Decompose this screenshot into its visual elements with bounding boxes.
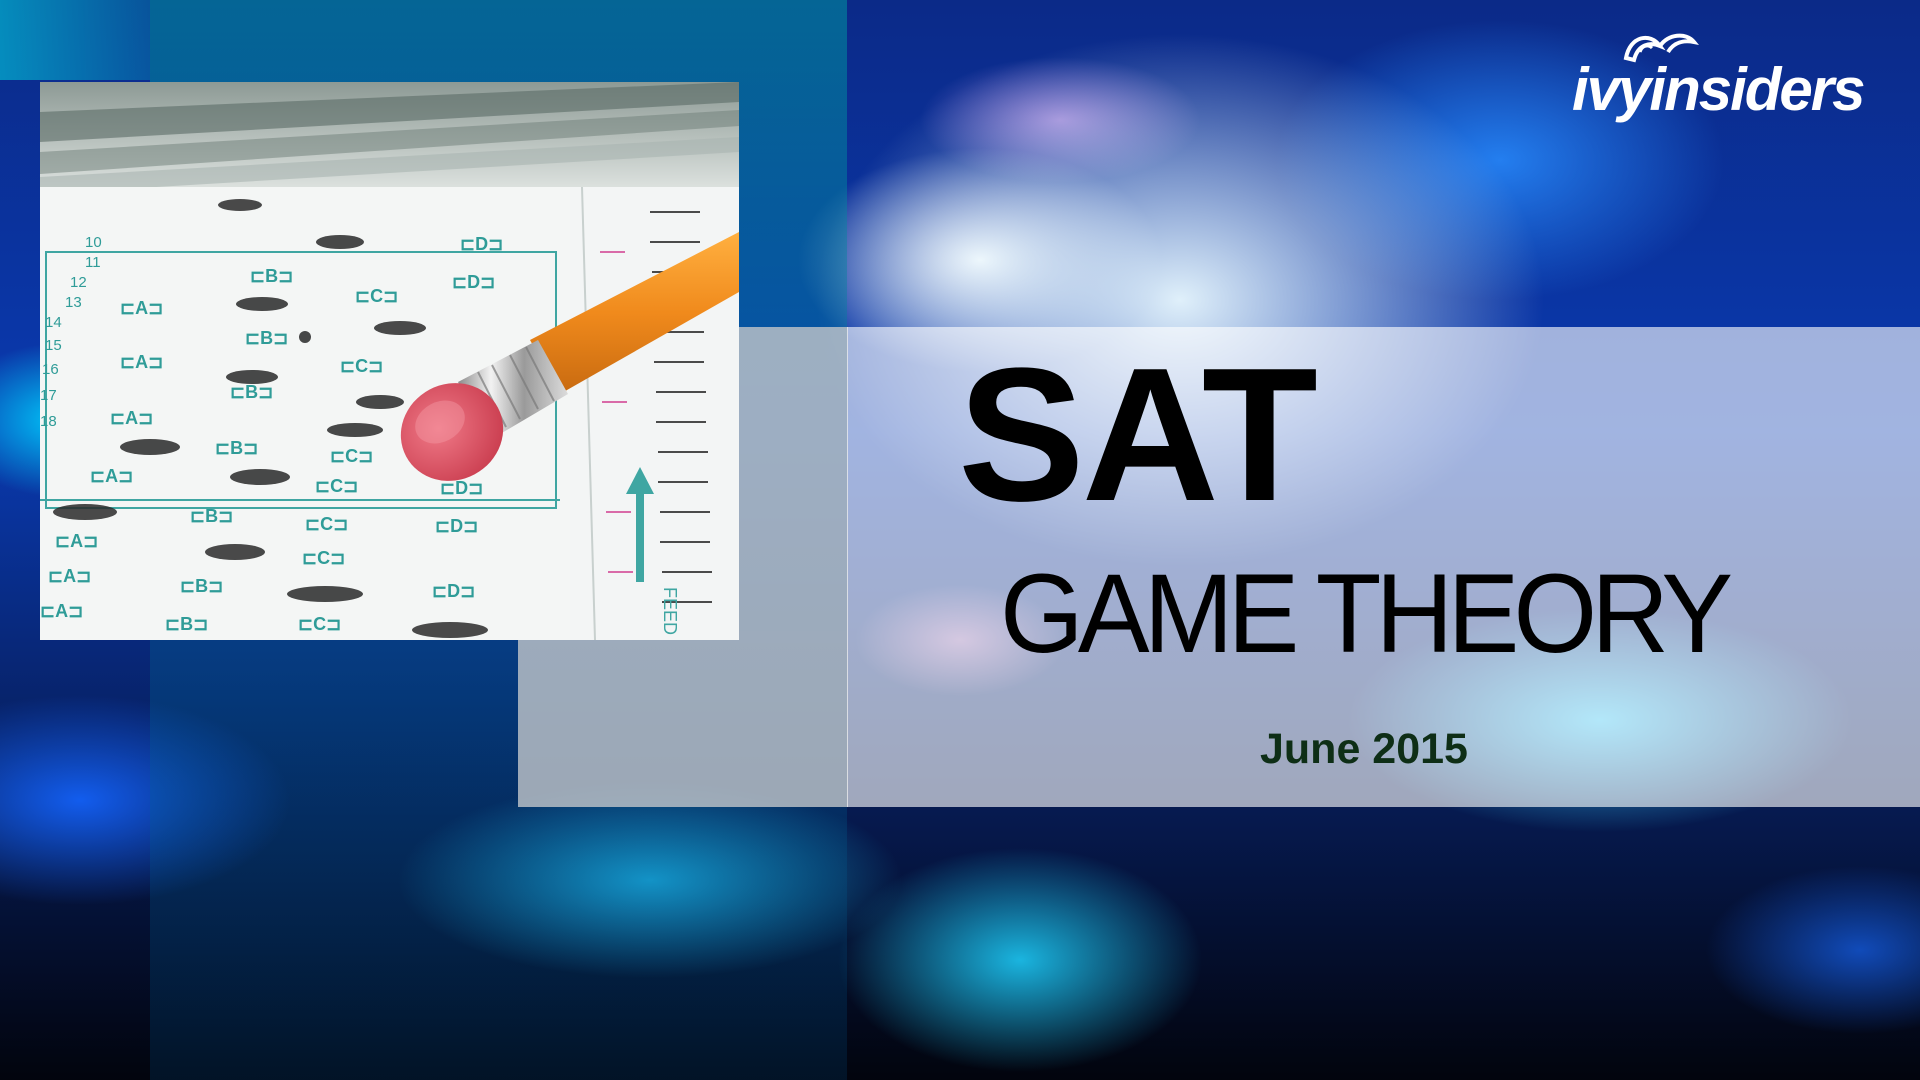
question-number: 10 — [85, 234, 102, 251]
question-number: 14 — [45, 314, 62, 331]
svg-text:⊏C⊐: ⊏C⊐ — [355, 286, 398, 306]
ivyinsiders-logo: ivyinsiders — [1570, 24, 1890, 124]
teal-corner-panel — [0, 0, 150, 80]
svg-text:⊏D⊐: ⊏D⊐ — [440, 478, 483, 498]
feed-direction-label: FEED — [660, 587, 680, 635]
svg-text:⊏C⊐: ⊏C⊐ — [302, 548, 345, 568]
svg-text:⊏C⊐: ⊏C⊐ — [315, 476, 358, 496]
svg-text:⊏D⊐: ⊏D⊐ — [432, 581, 475, 601]
svg-text:⊏C⊐: ⊏C⊐ — [305, 514, 348, 534]
svg-text:⊏A⊐: ⊏A⊐ — [120, 298, 163, 318]
question-number: 15 — [45, 337, 62, 354]
question-number: 12 — [70, 274, 87, 291]
svg-text:⊏C⊐: ⊏C⊐ — [340, 356, 383, 376]
svg-text:⊏A⊐: ⊏A⊐ — [110, 408, 153, 428]
svg-text:⊏A⊐: ⊏A⊐ — [90, 466, 133, 486]
svg-text:⊏A⊐: ⊏A⊐ — [40, 601, 83, 621]
svg-text:⊏A⊐: ⊏A⊐ — [48, 566, 91, 586]
svg-text:⊏C⊐: ⊏C⊐ — [298, 614, 341, 634]
svg-text:⊏D⊐: ⊏D⊐ — [460, 234, 503, 254]
svg-text:⊏B⊐: ⊏B⊐ — [230, 382, 273, 402]
slide-title: SAT — [958, 329, 1318, 541]
slide-subtitle: GAME THEORY — [1000, 551, 1733, 676]
question-number: 13 — [65, 294, 82, 311]
svg-text:⊏B⊐: ⊏B⊐ — [180, 576, 223, 596]
svg-text:⊏D⊐: ⊏D⊐ — [452, 272, 495, 292]
question-number: 18 — [40, 413, 57, 430]
question-number: 11 — [85, 254, 101, 271]
svg-text:⊏B⊐: ⊏B⊐ — [250, 266, 293, 286]
question-number: 17 — [40, 387, 57, 404]
logo-wordmark: ivyinsiders — [1572, 56, 1866, 123]
svg-text:⊏B⊐: ⊏B⊐ — [190, 506, 233, 526]
slide-date: June 2015 — [1260, 725, 1468, 773]
svg-text:⊏B⊐: ⊏B⊐ — [215, 438, 258, 458]
answer-sheet-photo: 10 11 12 13 14 15 16 17 18 ⊏A⊐ ⊏A⊐ ⊏A⊐ ⊏… — [40, 82, 739, 640]
answer-sheet-illustration: 10 11 12 13 14 15 16 17 18 ⊏A⊐ ⊏A⊐ ⊏A⊐ ⊏… — [40, 82, 739, 640]
question-number: 16 — [42, 361, 59, 378]
svg-text:⊏D⊐: ⊏D⊐ — [435, 516, 478, 536]
svg-text:⊏A⊐: ⊏A⊐ — [120, 352, 163, 372]
svg-text:⊏C⊐: ⊏C⊐ — [330, 446, 373, 466]
svg-text:⊏B⊐: ⊏B⊐ — [165, 614, 208, 634]
svg-text:⊏A⊐: ⊏A⊐ — [55, 531, 98, 551]
svg-text:⊏B⊐: ⊏B⊐ — [245, 328, 288, 348]
